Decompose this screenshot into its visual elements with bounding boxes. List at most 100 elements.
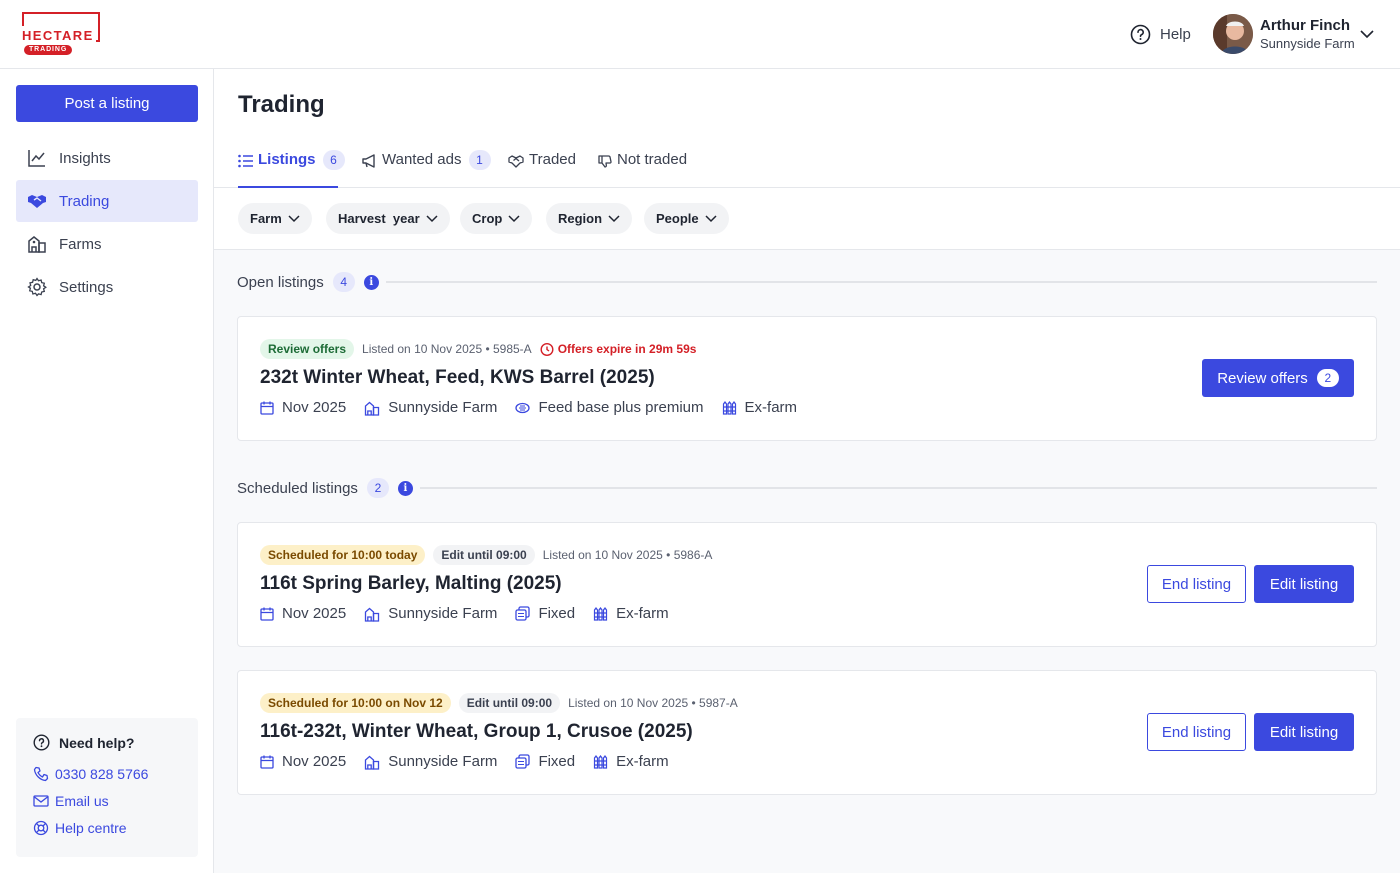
listing-card[interactable]: Review offers Listed on 10 Nov 2025 • 59… [237, 316, 1377, 441]
sidebar: Post a listing Insights Trading Farms Se… [0, 69, 214, 873]
envelope-icon [33, 793, 49, 809]
coins-icon [515, 606, 531, 621]
help-link[interactable]: Help [1130, 24, 1191, 45]
listing-title: 232t Winter Wheat, Feed, KWS Barrel (202… [260, 367, 655, 388]
calendar-icon [260, 755, 274, 769]
filter-people[interactable]: People [644, 203, 729, 234]
help-centre-link[interactable]: Help centre [33, 819, 181, 837]
listing-price-type: Fixed [538, 605, 576, 622]
farm-icon [364, 606, 380, 622]
listing-price-type: Feed base plus premium [538, 399, 704, 416]
chevron-down-icon [508, 214, 520, 223]
fence-icon [593, 606, 608, 621]
info-icon[interactable]: i [363, 274, 379, 290]
tab-count: 1 [468, 150, 491, 170]
section-title: Open listings [237, 273, 324, 291]
status-badge: Scheduled for 10:00 today [260, 545, 426, 565]
help-panel: Need help? 0330 828 5766 Email us Help c… [16, 718, 198, 857]
sidebar-item-label: Trading [59, 192, 110, 210]
megaphone-icon [362, 154, 377, 168]
chevron-down-icon[interactable] [1359, 28, 1375, 40]
email-label: Email us [55, 793, 109, 809]
listing-delivery: Ex-farm [744, 399, 798, 416]
listing-meta: Listed on 10 Nov 2025 • 5986-A [542, 548, 713, 562]
fence-icon [593, 754, 608, 769]
filter-farm[interactable]: Farm [238, 203, 312, 234]
sidebar-item-label: Settings [59, 278, 114, 296]
sidebar-item-farms[interactable]: Farms [16, 223, 198, 265]
main-content: Trading Listings 6 Wanted ads 1 Traded N… [214, 69, 1400, 873]
info-icon[interactable]: i [397, 480, 413, 496]
logo-wordmark: HECTARE [22, 28, 96, 43]
user-name: Arthur Finch [1260, 17, 1350, 34]
end-listing-button[interactable]: End listing [1147, 565, 1246, 603]
avatar [1213, 14, 1253, 54]
listing-farm: Sunnyside Farm [388, 399, 498, 416]
tab-traded[interactable]: Traded [508, 151, 576, 188]
tab-count: 6 [322, 150, 345, 170]
listings-area: Open listings 4 i Review offers Listed o… [214, 250, 1400, 873]
calendar-icon [260, 401, 274, 415]
review-offers-button[interactable]: Review offers 2 [1202, 359, 1354, 397]
listing-card[interactable]: Scheduled for 10:00 on Nov 12 Edit until… [237, 670, 1377, 795]
listing-delivery: Ex-farm [616, 605, 669, 622]
post-listing-button[interactable]: Post a listing [16, 85, 198, 122]
scheduled-listings-header: Scheduled listings 2 i [237, 478, 413, 498]
phone-icon [33, 766, 49, 782]
divider [420, 487, 1377, 489]
logo-subtext: TRADING [24, 45, 73, 55]
section-title: Scheduled listings [237, 479, 358, 497]
phone-link[interactable]: 0330 828 5766 [33, 765, 181, 783]
listing-price-type: Fixed [538, 753, 576, 770]
tab-label: Traded [529, 151, 576, 168]
open-listings-header: Open listings 4 i [237, 272, 379, 292]
edit-listing-button[interactable]: Edit listing [1254, 565, 1354, 603]
top-bar: HECTARE TRADING Help Arthur Finch Sunnys… [0, 0, 1400, 69]
sidebar-item-settings[interactable]: Settings [16, 266, 198, 308]
list-icon [238, 154, 253, 168]
listing-date: Nov 2025 [282, 399, 347, 416]
listing-farm: Sunnyside Farm [388, 753, 498, 770]
farm-icon [27, 234, 47, 254]
listing-card[interactable]: Scheduled for 10:00 today Edit until 09:… [237, 522, 1377, 647]
sidebar-item-insights[interactable]: Insights [16, 137, 198, 179]
tab-label: Listings [258, 151, 316, 168]
phone-number: 0330 828 5766 [55, 766, 149, 782]
end-listing-button[interactable]: End listing [1147, 713, 1246, 751]
filter-region[interactable]: Region [546, 203, 633, 234]
page-title: Trading [238, 91, 325, 118]
tab-bar: Listings 6 Wanted ads 1 Traded Not trade… [214, 141, 1400, 188]
status-badge: Review offers [260, 339, 355, 359]
filter-harvest-year[interactable]: Harvest year [326, 203, 450, 234]
price-icon [515, 402, 531, 414]
listing-meta: Listed on 10 Nov 2025 • 5987-A [568, 696, 738, 710]
edit-until-badge: Edit until 09:00 [458, 693, 561, 713]
offer-expiry: Offers expire in 29m 59s [540, 342, 696, 356]
chevron-down-icon [705, 214, 717, 223]
sidebar-item-trading[interactable]: Trading [16, 180, 198, 222]
tab-listings[interactable]: Listings 6 [238, 150, 345, 188]
listing-delivery: Ex-farm [616, 753, 669, 770]
farm-icon [364, 400, 380, 416]
tab-not-traded[interactable]: Not traded [598, 151, 687, 188]
chevron-down-icon [608, 214, 620, 223]
farm-icon [364, 754, 380, 770]
calendar-icon [260, 607, 274, 621]
coins-icon [515, 754, 531, 769]
user-farm: Sunnyside Farm [1260, 36, 1355, 51]
tab-label: Not traded [617, 151, 688, 168]
listing-date: Nov 2025 [282, 605, 347, 622]
question-circle-icon [33, 734, 50, 751]
filter-bar: Farm Harvest year Crop Region People [214, 188, 1400, 250]
filter-crop[interactable]: Crop [460, 203, 533, 234]
tab-wanted-ads[interactable]: Wanted ads 1 [362, 150, 491, 188]
hectare-logo[interactable]: HECTARE TRADING [22, 12, 102, 58]
status-badge: Scheduled for 10:00 on Nov 12 [260, 693, 451, 713]
email-link[interactable]: Email us [33, 792, 181, 810]
edit-listing-button[interactable]: Edit listing [1254, 713, 1354, 751]
divider [386, 281, 1377, 283]
chevron-down-icon [288, 214, 300, 223]
handshake-icon [508, 154, 524, 168]
listing-date: Nov 2025 [282, 753, 347, 770]
user-menu[interactable]: Arthur Finch Sunnyside Farm [1213, 14, 1374, 54]
